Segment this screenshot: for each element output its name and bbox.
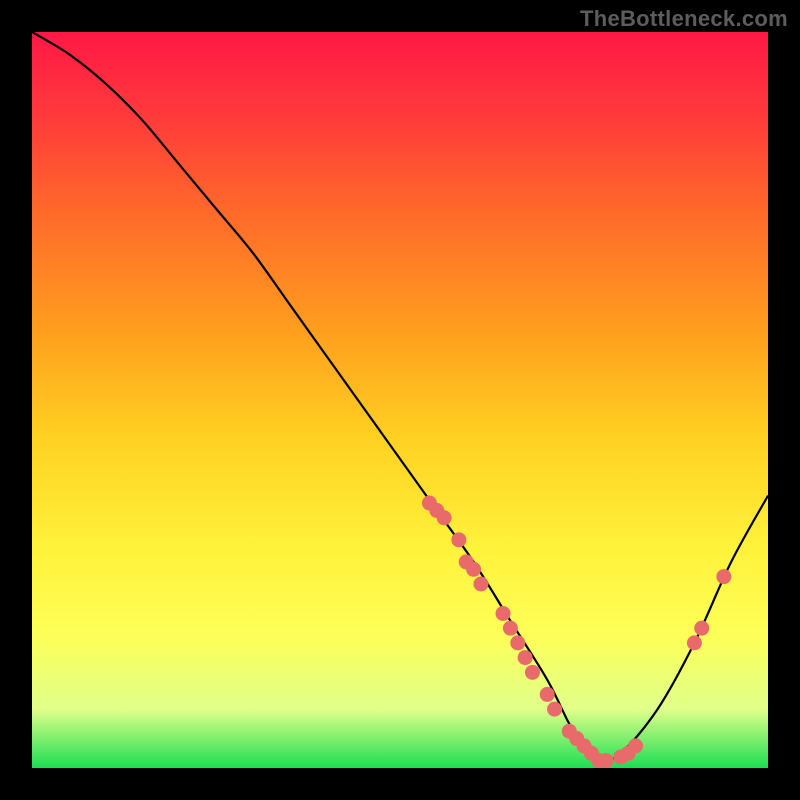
data-point <box>599 753 614 768</box>
data-point <box>496 606 511 621</box>
data-point <box>613 749 628 764</box>
data-point <box>540 687 555 702</box>
data-point <box>422 496 437 511</box>
chart-svg <box>32 32 768 768</box>
data-point <box>473 577 488 592</box>
data-point <box>518 650 533 665</box>
chart-container: TheBottleneck.com <box>0 0 800 800</box>
data-point <box>584 746 599 761</box>
data-point <box>503 621 518 636</box>
data-point <box>628 738 643 753</box>
data-point <box>569 731 584 746</box>
data-point <box>437 510 452 525</box>
data-point <box>621 746 636 761</box>
watermark-text: TheBottleneck.com <box>580 6 788 32</box>
data-point <box>591 753 606 768</box>
data-point <box>577 738 592 753</box>
data-point <box>466 562 481 577</box>
data-point <box>716 569 731 584</box>
data-point <box>459 554 474 569</box>
data-points <box>422 496 731 768</box>
data-point <box>510 635 525 650</box>
data-point <box>547 702 562 717</box>
data-point <box>694 621 709 636</box>
data-point <box>525 665 540 680</box>
plot-area <box>32 32 768 768</box>
data-point <box>451 532 466 547</box>
data-point <box>429 503 444 518</box>
bottleneck-curve <box>32 32 768 761</box>
data-point <box>562 724 577 739</box>
data-point <box>687 635 702 650</box>
